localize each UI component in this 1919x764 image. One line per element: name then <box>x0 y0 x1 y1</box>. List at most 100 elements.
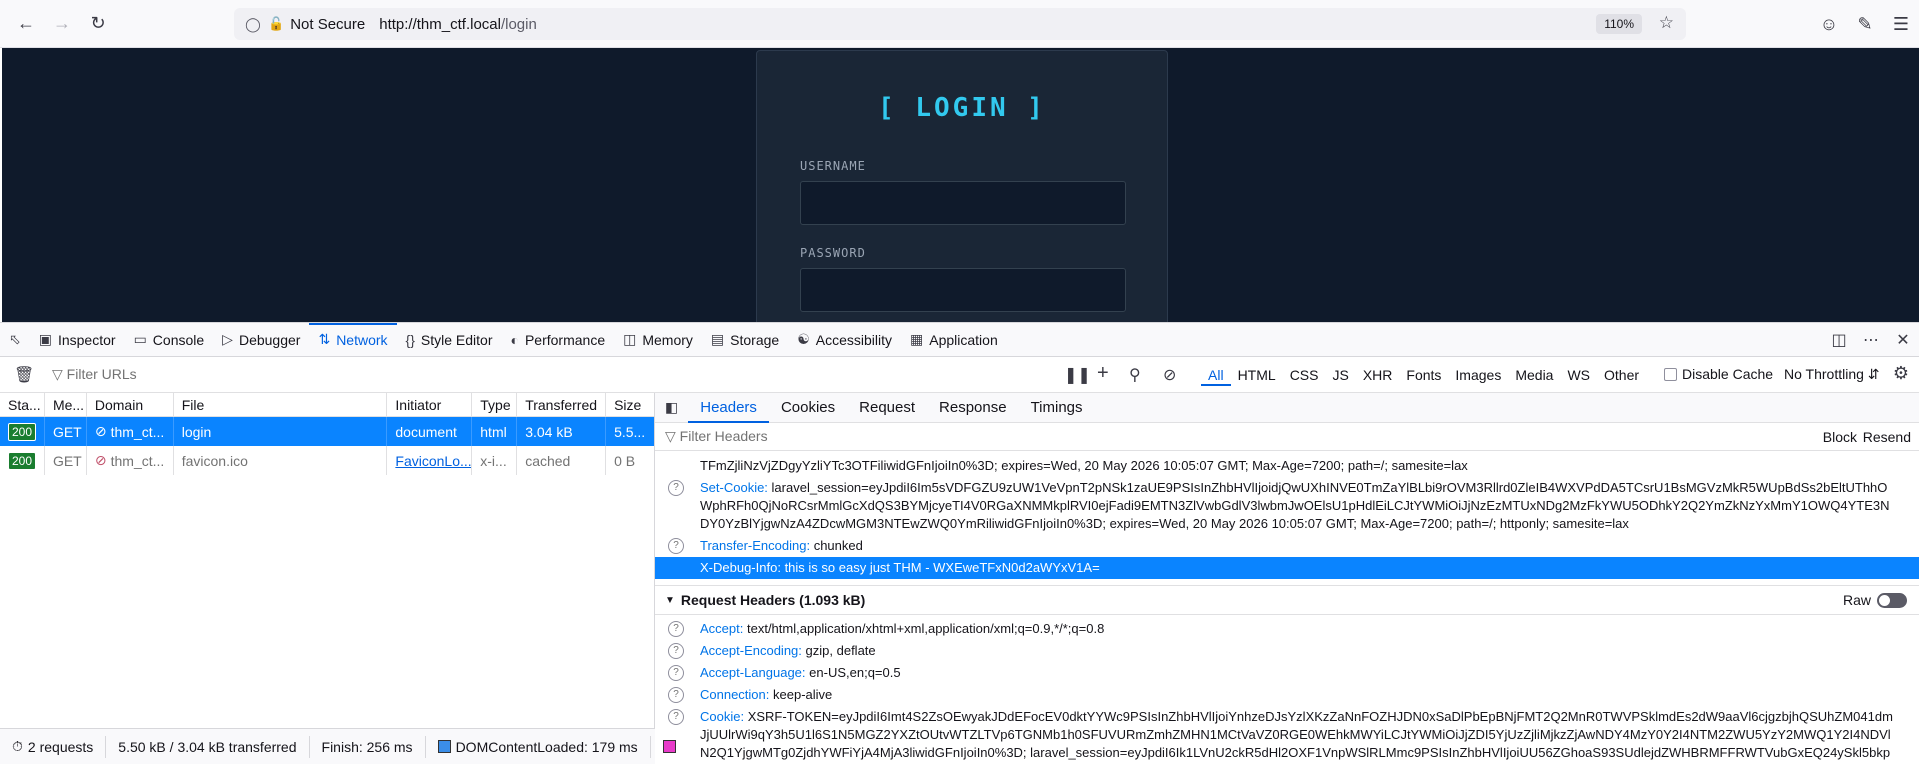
insecure-lock-icon: 🔓 <box>268 16 285 31</box>
help-icon[interactable]: ? <box>668 538 684 554</box>
help-icon[interactable]: ? <box>668 687 684 703</box>
pause-icon[interactable]: ❚❚ <box>1064 365 1091 385</box>
tab-console[interactable]: ▭ Console <box>125 323 214 357</box>
dock-icon[interactable]: ◫ <box>1823 330 1855 350</box>
filter-xhr[interactable]: XHR <box>1356 364 1400 386</box>
tab-accessibility[interactable]: ☯ Accessibility <box>788 323 901 357</box>
help-icon[interactable]: ? <box>668 480 684 496</box>
col-transferred[interactable]: Transferred <box>517 393 607 416</box>
help-icon[interactable]: ? <box>668 643 684 659</box>
throttling-select[interactable]: No Throttling ⇵ <box>1784 366 1880 383</box>
password-input[interactable] <box>800 268 1126 312</box>
tab-performance[interactable]: ◐ Performance <box>502 323 615 357</box>
transfer-summary: 5.50 kB / 3.04 kB transferred <box>106 735 310 758</box>
storage-icon: ▤ <box>710 331 725 347</box>
filter-icon: ▽ <box>52 366 63 382</box>
back-arrow-icon[interactable]: ← <box>8 6 44 42</box>
col-method[interactable]: Me... <box>45 393 87 416</box>
add-icon[interactable]: + <box>1097 362 1109 385</box>
security-indicator[interactable]: 🔓 Not Secure <box>268 16 379 33</box>
col-size[interactable]: Size <box>606 393 654 416</box>
block-button[interactable]: Block <box>1823 429 1857 445</box>
filter-ws[interactable]: WS <box>1560 364 1597 386</box>
tab-application[interactable]: ▦ Application <box>901 323 1007 357</box>
header-line[interactable]: ? Accept-Language: en-US,en;q=0.5 <box>655 662 1919 684</box>
tab-response[interactable]: Response <box>927 393 1019 423</box>
tracker-blocked-icon: ⊘ <box>94 423 107 439</box>
panel-toggle-icon[interactable]: ◧ <box>655 399 688 416</box>
toggle-switch[interactable] <box>1877 592 1907 608</box>
bookmark-star-icon[interactable]: ☆ <box>1659 13 1674 33</box>
col-status[interactable]: Sta... <box>0 393 45 416</box>
url-text[interactable]: http://thm_ctf.local/login <box>379 16 537 33</box>
close-icon[interactable]: ✕ <box>1887 330 1919 350</box>
disable-cache-checkbox[interactable] <box>1664 367 1677 381</box>
filter-headers-input[interactable]: ▽ Filter Headers <box>665 428 768 445</box>
forward-arrow-icon[interactable]: → <box>44 6 80 42</box>
tab-headers[interactable]: Headers <box>688 393 769 423</box>
username-input[interactable] <box>800 181 1126 225</box>
filter-media[interactable]: Media <box>1508 364 1560 386</box>
resend-button[interactable]: Resend <box>1863 429 1911 445</box>
element-picker-button[interactable]: ⬁ <box>0 323 30 357</box>
request-headers-section[interactable]: ▼ Request Headers (1.093 kB) Raw <box>655 585 1919 615</box>
tab-style-editor[interactable]: {} Style Editor <box>397 323 502 357</box>
account-icon[interactable]: ☺ <box>1811 6 1847 42</box>
tab-cookies[interactable]: Cookies <box>769 393 847 423</box>
col-initiator[interactable]: Initiator <box>387 393 473 416</box>
more-options-icon[interactable]: ⋯ <box>1855 330 1887 350</box>
menu-icon[interactable]: ☰ <box>1883 6 1919 42</box>
tab-memory[interactable]: ◫ Memory <box>614 323 702 357</box>
extensions-icon[interactable]: ✎ <box>1847 6 1883 42</box>
header-line[interactable]: ? Accept-Encoding: gzip, deflate <box>655 640 1919 662</box>
filter-other[interactable]: Other <box>1597 364 1646 386</box>
filter-urls-input[interactable]: ▽ Filter URLs <box>52 366 137 383</box>
request-headers: ? Accept: text/html,application/xhtml+xml… <box>655 615 1919 764</box>
reload-icon[interactable]: ↻ <box>80 6 116 42</box>
help-icon[interactable]: ? <box>668 621 684 637</box>
header-line[interactable]: ? Set-Cookie: laravel_session=eyJpdiI6Im5… <box>655 477 1919 535</box>
stopwatch-icon: ⏱ <box>12 738 23 754</box>
block-icon[interactable]: ⊘ <box>1163 365 1176 385</box>
filter-all[interactable]: All <box>1201 364 1231 386</box>
initiator-link[interactable]: FaviconLo... <box>395 453 471 469</box>
filter-html[interactable]: HTML <box>1231 364 1283 386</box>
header-line[interactable]: ? Connection: keep-alive <box>655 684 1919 706</box>
tab-inspector[interactable]: ▣ Inspector <box>30 323 125 357</box>
address-bar[interactable]: ◯ 🔓 Not Secure http://thm_ctf.local/logi… <box>234 8 1686 40</box>
search-icon[interactable]: ⚲ <box>1129 365 1141 385</box>
tracking-shield-icon[interactable]: ◯ <box>238 16 268 33</box>
table-row[interactable]: 200 GET ⊘ thm_ct... login document html 3… <box>0 417 654 446</box>
col-file[interactable]: File <box>174 393 388 416</box>
tab-timings[interactable]: Timings <box>1019 393 1095 423</box>
username-label: USERNAME <box>800 159 866 173</box>
status-badge: 200 <box>8 451 37 470</box>
header-line[interactable]: ? Cookie: XSRF-TOKEN=eyJpdiI6Imt4S2ZsOEwy… <box>655 706 1919 764</box>
type-filters: All HTML CSS JS XHR Fonts Images Media W… <box>1201 357 1646 393</box>
tab-storage[interactable]: ▤ Storage <box>702 323 788 357</box>
filter-css[interactable]: CSS <box>1283 364 1326 386</box>
tab-debugger[interactable]: ▷ Debugger <box>213 323 309 357</box>
col-type[interactable]: Type <box>472 393 518 416</box>
filter-fonts[interactable]: Fonts <box>1399 364 1448 386</box>
header-line[interactable]: X-Debug-Info: this is so easy just THM -… <box>655 557 1919 579</box>
dom-content-loaded: DOMContentLoaded: 179 ms <box>426 735 651 758</box>
table-row[interactable]: 200 GET ⊘ thm_ct... favicon.ico FaviconLo… <box>0 446 654 475</box>
gear-icon[interactable]: ⚙ <box>1893 363 1909 384</box>
col-domain[interactable]: Domain <box>87 393 174 416</box>
help-icon[interactable]: ? <box>668 709 684 725</box>
trash-icon[interactable]: 🗑 <box>14 365 34 385</box>
filter-images[interactable]: Images <box>1448 364 1508 386</box>
help-icon[interactable]: ? <box>668 665 684 681</box>
header-line[interactable]: TFmZjliNzVjZDgyYzliYTc3OTFiliwidGFnIjoiI… <box>655 455 1919 477</box>
raw-toggle[interactable]: Raw <box>1843 592 1907 608</box>
filter-js[interactable]: JS <box>1325 364 1355 386</box>
header-line[interactable]: ? Transfer-Encoding: chunked <box>655 535 1919 557</box>
zoom-indicator[interactable]: 110% <box>1596 14 1642 34</box>
finish-time: Finish: 256 ms <box>310 735 426 758</box>
tab-network[interactable]: ⇅ Network <box>309 322 397 357</box>
tab-request[interactable]: Request <box>847 393 927 423</box>
select-arrows-icon: ⇵ <box>1867 366 1880 382</box>
disable-cache-toggle[interactable]: Disable Cache <box>1664 366 1773 382</box>
header-line[interactable]: ? Accept: text/html,application/xhtml+xml… <box>655 618 1919 640</box>
